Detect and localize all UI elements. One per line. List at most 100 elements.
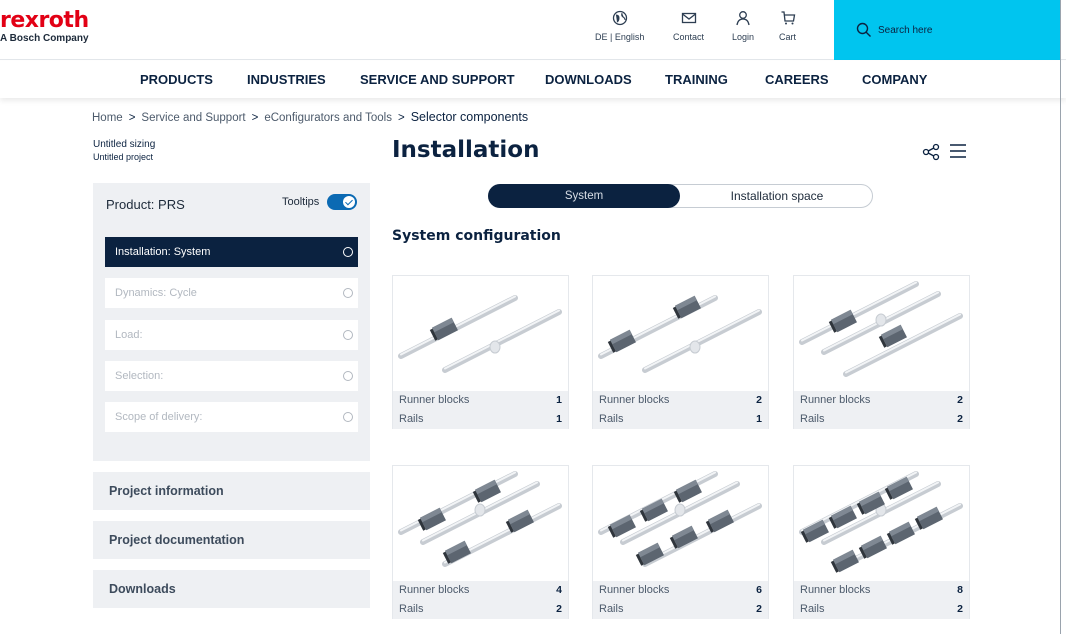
login-link[interactable]: Login	[732, 10, 754, 42]
login-label: Login	[732, 32, 755, 42]
tooltips-toggle[interactable]	[327, 194, 357, 210]
config-card[interactable]: Runner blocks 1 Rails 1	[392, 275, 569, 429]
nav-service-and-support[interactable]: SERVICE AND SUPPORT	[360, 72, 515, 87]
nav-careers[interactable]: CAREERS	[765, 72, 829, 87]
config-card[interactable]: Runner blocks 4 Rails 2	[392, 465, 569, 619]
rails-label: Rails	[800, 603, 825, 615]
rails-row: Rails 2	[794, 600, 969, 619]
step-label: Selection:	[115, 370, 164, 382]
cart-label: Cart	[779, 32, 797, 42]
runner-blocks-value: 2	[756, 394, 762, 406]
runner-blocks-label: Runner blocks	[800, 584, 871, 596]
runner-blocks-label: Runner blocks	[399, 394, 470, 406]
step-label: Scope of delivery:	[115, 411, 203, 423]
radio-circle-icon	[343, 330, 353, 340]
rails-value: 2	[957, 413, 963, 425]
section-title: System configuration	[392, 228, 561, 244]
config-card[interactable]: Runner blocks 2 Rails 1	[592, 275, 769, 429]
configuration-panel: Product: PRS Tooltips Installation: Syst…	[93, 183, 370, 461]
chevron-right-icon: >	[251, 112, 259, 124]
rail	[442, 309, 562, 373]
radio-circle-icon	[343, 412, 353, 422]
runner-blocks-label: Runner blocks	[399, 584, 470, 596]
step-load[interactable]: Load:	[105, 320, 358, 350]
search-icon[interactable]	[856, 22, 872, 38]
accordion-downloads[interactable]: Downloads	[93, 570, 370, 608]
runner-blocks-label: Runner blocks	[599, 394, 670, 406]
step-label: Installation: System	[115, 246, 211, 258]
config-card[interactable]: Runner blocks 2 Rails 2	[793, 275, 970, 429]
nav-downloads[interactable]: DOWNLOADS	[545, 72, 632, 87]
search-input[interactable]	[878, 20, 1038, 40]
linear-guide-illustration	[398, 471, 562, 567]
step-scope-of-delivery[interactable]: Scope of delivery:	[105, 402, 358, 432]
top-bar: rexroth A Bosch Company DE | English Con…	[0, 0, 1066, 60]
rails-label: Rails	[599, 603, 624, 615]
cart-link[interactable]: Cart	[779, 10, 796, 42]
globe-icon	[612, 10, 627, 26]
main-navigation: PRODUCTS INDUSTRIES SERVICE AND SUPPORT …	[0, 61, 1066, 98]
step-label: Dynamics: Cycle	[115, 287, 197, 299]
rails-value: 2	[556, 603, 562, 615]
project-name: Untitled project	[93, 152, 154, 162]
envelope-icon	[681, 12, 696, 24]
runner-blocks-row: Runner blocks 1	[393, 391, 568, 410]
runner-block	[830, 549, 859, 573]
rails-row: Rails 2	[593, 600, 768, 619]
support-bearing	[689, 340, 701, 354]
rail	[642, 309, 762, 373]
page-title: Installation	[392, 137, 540, 163]
breadcrumb-econfigurators[interactable]: eConfigurators and Tools	[264, 112, 392, 124]
tab-system[interactable]: System	[488, 184, 680, 208]
linear-guide-illustration	[598, 295, 762, 373]
breadcrumb-service[interactable]: Service and Support	[141, 112, 245, 124]
chevron-right-icon: >	[397, 112, 405, 124]
nav-company[interactable]: COMPANY	[862, 72, 927, 87]
language-link[interactable]: DE | English	[595, 10, 644, 42]
runner-blocks-value: 1	[556, 394, 562, 406]
brand-logo[interactable]: rexroth A Bosch Company	[0, 10, 89, 45]
nav-industries[interactable]: INDUSTRIES	[247, 72, 326, 87]
share-icon[interactable]	[922, 143, 940, 161]
rails-row: Rails 2	[794, 410, 969, 429]
breadcrumb-current: Selector components	[410, 110, 529, 124]
tab-installation-space[interactable]: Installation space	[681, 185, 873, 207]
rails-value: 1	[756, 413, 762, 425]
sizing-name: Untitled sizing	[93, 139, 156, 150]
support-bearing	[474, 503, 486, 517]
rails-value: 2	[756, 603, 762, 615]
config-card[interactable]: Runner blocks 8 Rails 2	[793, 465, 970, 619]
rails-value: 2	[957, 603, 963, 615]
hamburger-menu-icon[interactable]	[949, 143, 967, 159]
breadcrumb-home[interactable]: Home	[92, 112, 123, 124]
support-bearing	[489, 340, 501, 354]
runner-blocks-row: Runner blocks 6	[593, 581, 768, 600]
accordion-project-information[interactable]: Project information	[93, 472, 370, 510]
rails-label: Rails	[800, 413, 825, 425]
rail	[843, 313, 963, 377]
tooltips-label: Tooltips	[282, 196, 320, 208]
runner-blocks-row: Runner blocks 8	[794, 581, 969, 600]
contact-link[interactable]: Contact	[673, 10, 704, 42]
runner-blocks-label: Runner blocks	[800, 394, 871, 406]
step-selection[interactable]: Selection:	[105, 361, 358, 391]
linear-guide-illustration	[598, 471, 762, 567]
nav-training[interactable]: TRAINING	[665, 72, 728, 87]
step-label: Load:	[115, 329, 143, 341]
radio-circle-icon	[343, 247, 353, 257]
rails-label: Rails	[399, 603, 424, 615]
accordion-project-documentation[interactable]: Project documentation	[93, 521, 370, 559]
step-dynamics[interactable]: Dynamics: Cycle	[105, 278, 358, 308]
search-box	[834, 0, 1061, 60]
view-switch: System Installation space	[488, 184, 873, 208]
radio-circle-icon	[343, 288, 353, 298]
logo-tagline: A Bosch Company	[0, 33, 89, 44]
rails-value: 1	[556, 413, 562, 425]
rails-row: Rails 1	[393, 410, 568, 429]
user-icon	[736, 11, 750, 26]
rails-label: Rails	[599, 413, 624, 425]
step-installation[interactable]: Installation: System	[105, 237, 358, 267]
runner-blocks-row: Runner blocks 2	[794, 391, 969, 410]
config-card[interactable]: Runner blocks 6 Rails 2	[592, 465, 769, 619]
nav-products[interactable]: PRODUCTS	[140, 72, 213, 87]
